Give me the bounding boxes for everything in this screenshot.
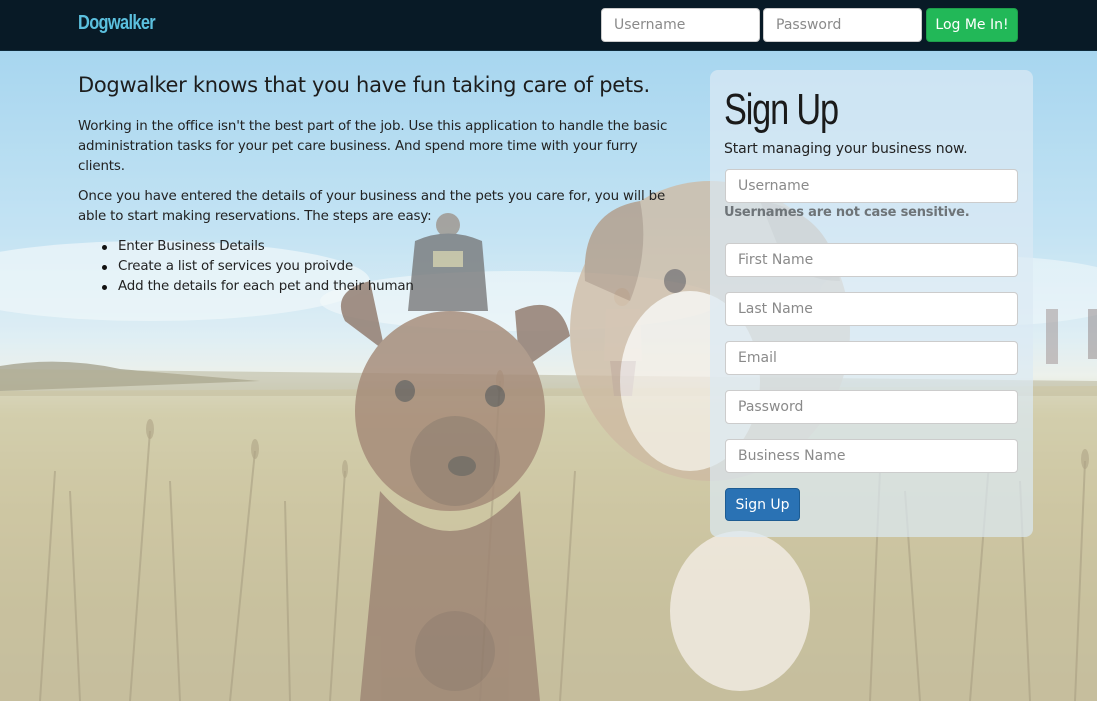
list-item: Enter Business Details (102, 237, 688, 257)
intro-section: Dogwalker knows that you have fun taking… (78, 71, 688, 297)
bullet-icon (102, 285, 107, 290)
last-name-input[interactable] (725, 292, 1018, 326)
navbar-username-input[interactable] (601, 8, 760, 42)
signup-panel: Sign Up Start managing your business now… (710, 70, 1033, 537)
brand-logo-link[interactable]: Dogwalker (78, 12, 156, 35)
step-label: Add the details for each pet and their h… (118, 279, 414, 294)
steps-list: Enter Business Details Create a list of … (78, 237, 688, 297)
step-label: Create a list of services you proivde (118, 259, 354, 274)
signup-button[interactable]: Sign Up (725, 488, 800, 521)
signup-title: Sign Up (724, 85, 839, 134)
navbar-password-input[interactable] (763, 8, 922, 42)
first-name-input[interactable] (725, 243, 1018, 277)
signup-username-input[interactable] (725, 169, 1018, 203)
signup-password-input[interactable] (725, 390, 1018, 424)
bullet-icon (102, 265, 107, 270)
top-navbar: Dogwalker Log Me In! (0, 0, 1097, 51)
signup-subtitle: Start managing your business now. (724, 141, 968, 157)
intro-heading: Dogwalker knows that you have fun taking… (78, 73, 650, 97)
username-hint: Usernames are not case sensitive. (724, 205, 970, 220)
intro-paragraph-2: Once you have entered the details of you… (78, 189, 666, 224)
login-button[interactable]: Log Me In! (926, 8, 1018, 42)
list-item: Add the details for each pet and their h… (102, 277, 688, 297)
bullet-icon (102, 245, 107, 250)
email-input[interactable] (725, 341, 1018, 375)
step-label: Enter Business Details (118, 239, 265, 254)
list-item: Create a list of services you proivde (102, 257, 688, 277)
intro-paragraph-1: Working in the office isn't the best par… (78, 119, 668, 174)
business-name-input[interactable] (725, 439, 1018, 473)
